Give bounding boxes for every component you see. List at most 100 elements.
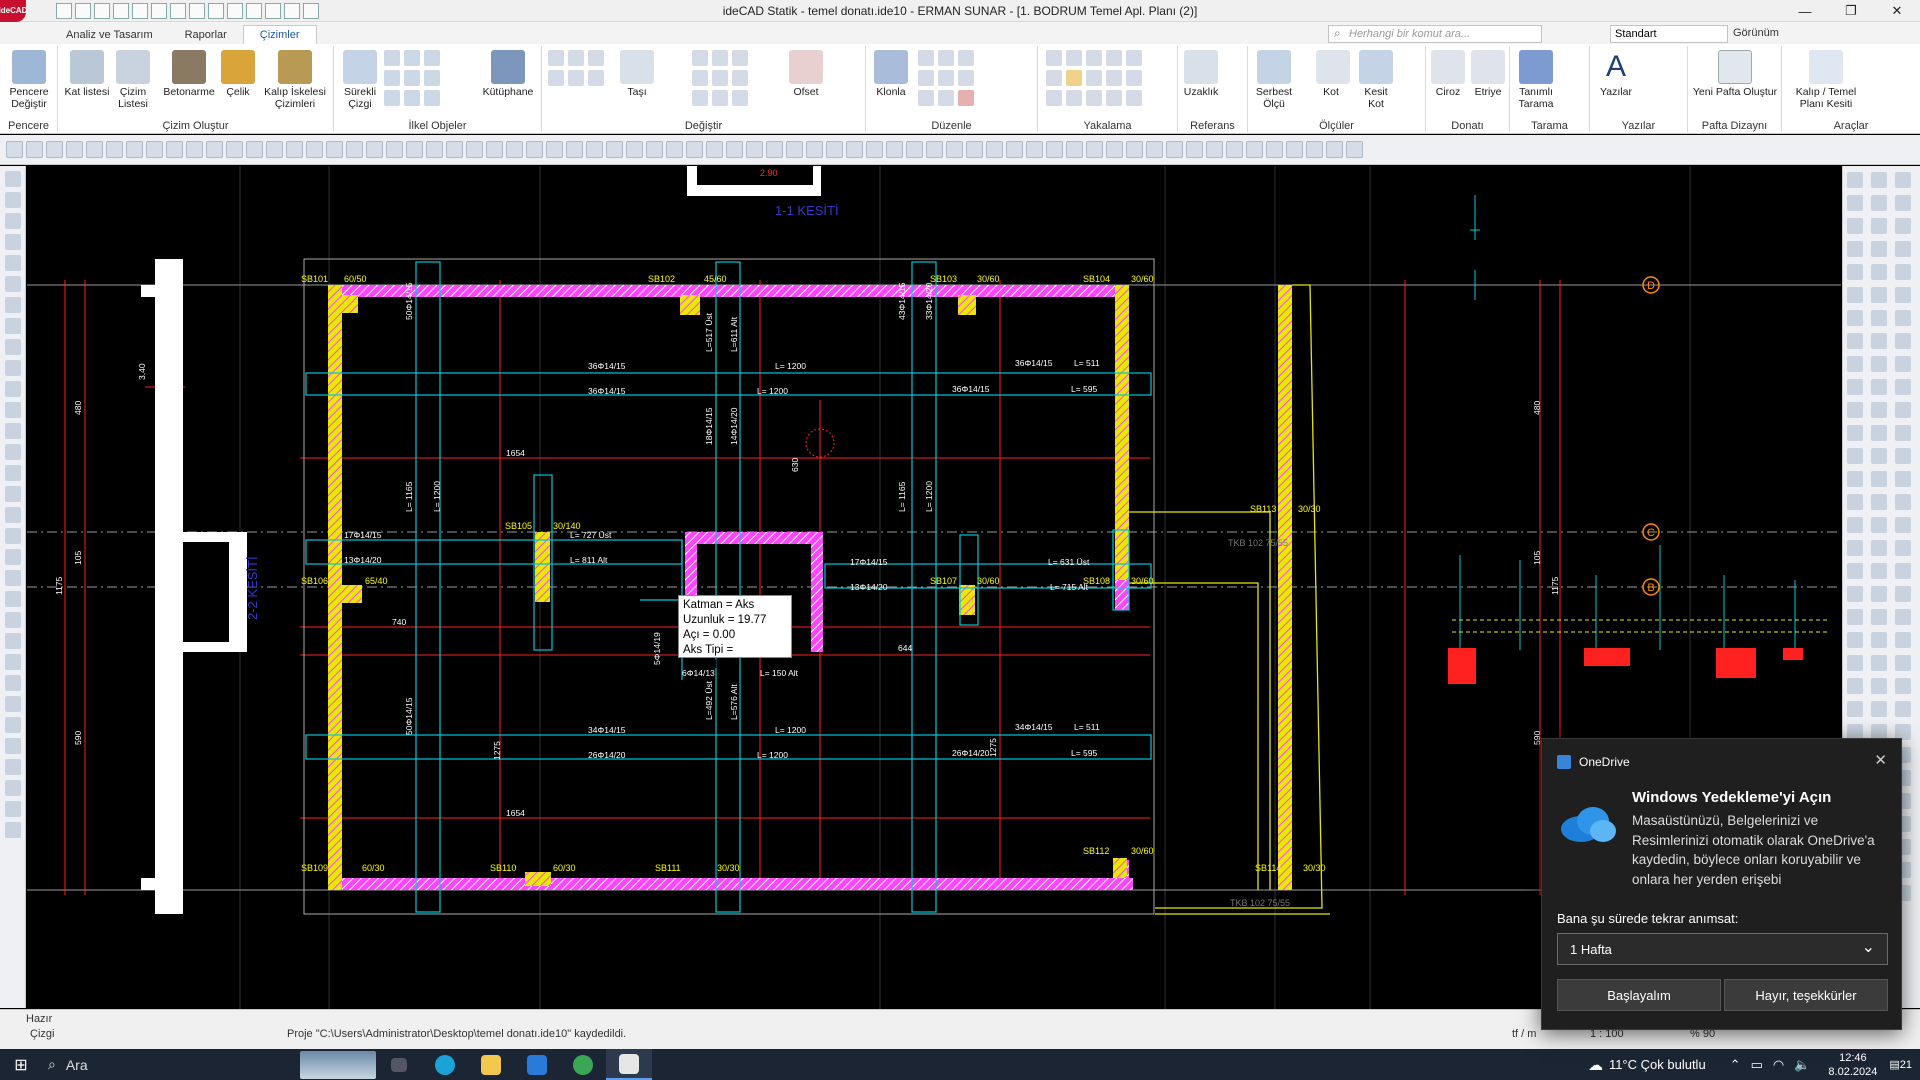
clock[interactable]: 12:46 8.02.2024 [1828, 1051, 1877, 1079]
toolbar-tool-icon[interactable] [66, 141, 83, 158]
toolbar-tool-icon[interactable] [1326, 141, 1343, 158]
toolbar-tool-icon[interactable] [886, 141, 903, 158]
right-tool-icon[interactable] [1871, 540, 1887, 556]
chevron-up-icon[interactable]: ⌃ [1730, 1057, 1741, 1073]
right-tool-icon[interactable] [1847, 356, 1863, 372]
right-tool-icon[interactable] [1847, 609, 1863, 625]
right-tool-icon[interactable] [1895, 448, 1911, 464]
scale-icon[interactable] [588, 70, 604, 86]
restore-icon[interactable]: ❐ [1828, 0, 1874, 22]
toolbar-tool-icon[interactable] [906, 141, 923, 158]
toolbar-tool-icon[interactable] [346, 141, 363, 158]
clone-button[interactable]: Klonla [870, 50, 912, 98]
right-tool-icon[interactable] [1847, 287, 1863, 303]
right-tool-icon[interactable] [1871, 402, 1887, 418]
toolbar-tool-icon[interactable] [1046, 141, 1063, 158]
pen-icon[interactable] [568, 50, 584, 66]
left-tool-icon[interactable] [4, 255, 21, 271]
left-tool-icon[interactable] [4, 822, 21, 838]
snap-intersection-icon[interactable] [1046, 70, 1062, 86]
formwork-button[interactable]: Kalıp İskelesi Çizimleri [260, 50, 330, 110]
section-level-button[interactable]: Kesit Kot [1356, 50, 1396, 110]
left-tool-icon[interactable] [4, 675, 21, 691]
minimize-icon[interactable]: — [1782, 0, 1828, 22]
rotate-icon[interactable] [548, 70, 564, 86]
toolbar-tool-icon[interactable] [1106, 141, 1123, 158]
left-tool-icon[interactable] [4, 276, 21, 292]
toolbar-tool-icon[interactable] [826, 141, 843, 158]
toolbar-tool-icon[interactable] [86, 141, 103, 158]
right-tool-icon[interactable] [1895, 402, 1911, 418]
left-tool-icon[interactable] [4, 696, 21, 712]
right-tool-icon[interactable] [1895, 494, 1911, 510]
polygon-icon[interactable] [404, 90, 420, 106]
level-button[interactable]: Kot [1316, 50, 1350, 98]
left-tool-icon[interactable] [4, 738, 21, 754]
left-tool-icon[interactable] [4, 633, 21, 649]
right-tool-icon[interactable] [1895, 195, 1911, 211]
left-tool-icon[interactable] [4, 591, 21, 607]
notifications-icon[interactable]: ▤21 [1889, 1058, 1912, 1071]
spline-icon[interactable] [424, 70, 440, 86]
right-tool-icon[interactable] [1871, 448, 1887, 464]
text-edit-icon[interactable] [548, 50, 564, 66]
left-tool-icon[interactable] [4, 654, 21, 670]
sort-icon[interactable] [918, 90, 934, 106]
right-tool-icon[interactable] [1895, 563, 1911, 579]
right-tool-icon[interactable] [1847, 310, 1863, 326]
display-icon[interactable]: ▭ [1751, 1057, 1763, 1073]
right-tool-icon[interactable] [1847, 425, 1863, 441]
right-tool-icon[interactable] [1895, 540, 1911, 556]
right-tool-icon[interactable] [1895, 678, 1911, 694]
rectangle-icon[interactable] [404, 50, 420, 66]
copy-icon[interactable] [918, 50, 934, 66]
join-icon[interactable] [692, 90, 708, 106]
right-tool-icon[interactable] [1847, 563, 1863, 579]
right-tool-icon[interactable] [1895, 379, 1911, 395]
layers-icon[interactable] [208, 2, 224, 19]
file-explorer-icon[interactable] [468, 1049, 514, 1080]
right-tool-icon[interactable] [1871, 333, 1887, 349]
toolbar-tool-icon[interactable] [166, 141, 183, 158]
right-tool-icon[interactable] [1847, 241, 1863, 257]
stirrup-button[interactable]: Etriye [1468, 50, 1508, 98]
toolbar-tool-icon[interactable] [46, 141, 63, 158]
toolbar-tool-icon[interactable] [1246, 141, 1263, 158]
steel-button[interactable]: Çelik [218, 50, 258, 98]
right-tool-icon[interactable] [1847, 517, 1863, 533]
properties-icon[interactable] [958, 70, 974, 86]
toolbar-tool-icon[interactable] [506, 141, 523, 158]
measure-icon[interactable] [303, 2, 319, 19]
right-tool-icon[interactable] [1847, 218, 1863, 234]
close-icon[interactable]: ✕ [1874, 0, 1920, 22]
toolbar-tool-icon[interactable] [1166, 141, 1183, 158]
toolbar-tool-icon[interactable] [766, 141, 783, 158]
right-tool-icon[interactable] [1871, 356, 1887, 372]
switch-window-button[interactable]: Pencere Değiştir [6, 50, 52, 110]
left-tool-icon[interactable] [4, 759, 21, 775]
wifi-icon[interactable]: ◠ [1773, 1057, 1784, 1073]
right-tool-icon[interactable] [1847, 678, 1863, 694]
right-tool-icon[interactable] [1871, 425, 1887, 441]
right-tool-icon[interactable] [1895, 609, 1911, 625]
paste-icon[interactable] [938, 50, 954, 66]
right-tool-icon[interactable] [1871, 379, 1887, 395]
right-tool-icon[interactable] [1895, 425, 1911, 441]
decline-button[interactable]: Hayır, teşekkürler [1724, 979, 1888, 1011]
toolbar-tool-icon[interactable] [786, 141, 803, 158]
right-tool-icon[interactable] [1895, 471, 1911, 487]
fillet-icon[interactable] [692, 70, 708, 86]
chamfer-icon[interactable] [712, 70, 728, 86]
toolbar-tool-icon[interactable] [986, 141, 1003, 158]
toolbar-tool-icon[interactable] [106, 141, 123, 158]
home-icon[interactable] [56, 2, 72, 19]
left-tool-icon[interactable] [4, 444, 21, 460]
status-units[interactable]: tf / m [1512, 1028, 1536, 1040]
circle-icon[interactable] [384, 70, 400, 86]
toolbar-tool-icon[interactable] [1006, 141, 1023, 158]
toolbar-tool-icon[interactable] [1206, 141, 1223, 158]
weather-text[interactable]: 11°C Çok bulutlu [1609, 1057, 1706, 1072]
toolbar-tool-icon[interactable] [146, 141, 163, 158]
toolbar-tool-icon[interactable] [466, 141, 483, 158]
accept-button[interactable]: Başlayalım [1557, 979, 1721, 1011]
